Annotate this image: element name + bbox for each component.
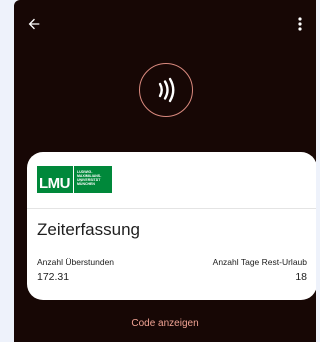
pass-card[interactable]: LMU LUDWIG- MAXIMILIANS- UNIVERSITÄT MÜN… <box>27 152 316 300</box>
vacation-days-label: Anzahl Tage Rest-Urlaub <box>212 257 307 267</box>
contactless-icon <box>158 77 175 103</box>
show-code-button[interactable]: Code anzeigen <box>14 318 316 329</box>
app-screen: LMU LUDWIG- MAXIMILIANS- UNIVERSITÄT MÜN… <box>14 0 316 342</box>
back-button[interactable] <box>20 10 48 38</box>
overtime-label: Anzahl Überstunden <box>37 257 115 267</box>
overtime-value: 172.31 <box>37 271 70 283</box>
vacation-days-value: 18 <box>295 271 307 283</box>
arrow-left-icon <box>28 18 40 30</box>
more-options-button[interactable] <box>290 10 310 38</box>
more-vert-icon <box>298 17 302 31</box>
card-title: Zeiterfassung <box>37 220 140 239</box>
card-header: LMU LUDWIG- MAXIMILIANS- UNIVERSITÄT MÜN… <box>27 152 316 209</box>
lmu-logo: LMU LUDWIG- MAXIMILIANS- UNIVERSITÄT MÜN… <box>37 166 112 193</box>
top-bar <box>14 0 316 52</box>
logo-subtext-line: MÜNCHEN <box>77 182 95 186</box>
logo-wordmark: LMU <box>37 166 73 193</box>
nfc-indicator <box>139 63 193 117</box>
logo-subtext: LUDWIG- MAXIMILIANS- UNIVERSITÄT MÜNCHEN <box>74 166 112 193</box>
